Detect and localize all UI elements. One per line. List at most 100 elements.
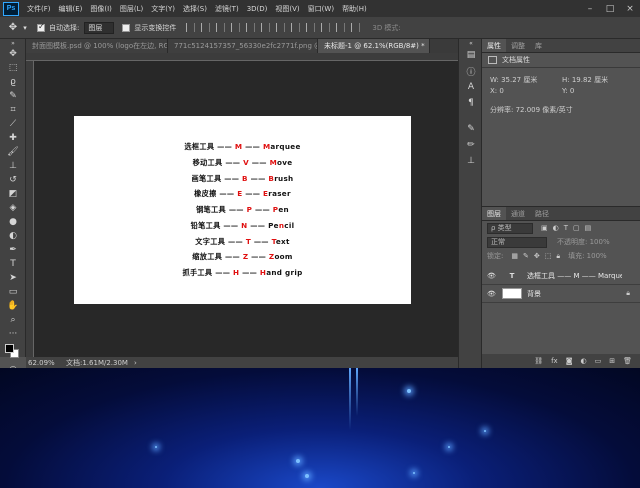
align-icon[interactable]	[216, 23, 226, 32]
paint-bucket-tool-icon[interactable]: ◈	[0, 201, 26, 215]
align-icon[interactable]	[201, 23, 211, 32]
menu-window[interactable]: 窗口(W)	[308, 4, 334, 14]
pen-tool-icon[interactable]: ✒	[0, 243, 26, 257]
path-select-tool-icon[interactable]: ➤	[0, 271, 26, 285]
link-layers-icon[interactable]: ⛓︎	[534, 357, 543, 365]
adjustment-layer-icon[interactable]: ◐	[581, 357, 587, 365]
tab-untitled-1[interactable]: 未标题-1 @ 62.1%(RGB/8#) *×	[318, 39, 430, 53]
chevron-down-icon[interactable]: ▾	[21, 21, 29, 35]
history-brush-tool-icon[interactable]: ↺	[0, 173, 26, 187]
delete-layer-icon[interactable]: 🗑︎	[623, 357, 632, 365]
menu-type[interactable]: 文字(Y)	[151, 4, 175, 14]
collapse-icon[interactable]: «	[459, 39, 483, 47]
layer-style-icon[interactable]: fx	[551, 357, 558, 365]
layer-background[interactable]: 👁︎ 背景 🔒︎	[482, 285, 640, 303]
document-canvas[interactable]: 选框工具 —— M —— Marquee 移动工具 —— V —— Move 画…	[74, 116, 411, 304]
lock-paint-icon[interactable]: ✎	[523, 252, 529, 261]
menu-select[interactable]: 选择(S)	[183, 4, 207, 14]
more-tools-icon[interactable]: ···	[0, 327, 26, 341]
align-icon[interactable]	[186, 23, 196, 32]
minimize-icon[interactable]: –	[580, 0, 600, 17]
auto-select-checkbox[interactable]	[37, 22, 45, 32]
tab-png-image[interactable]: 771c5124157357_56330e2fc2771f.png @ 1...	[168, 39, 318, 53]
shape-tool-icon[interactable]: ▭	[0, 285, 26, 299]
fill-label[interactable]: 填充: 100%	[568, 251, 607, 261]
eraser-tool-icon[interactable]: ◩	[0, 187, 26, 201]
close-tab-icon[interactable]: ×	[429, 42, 430, 50]
tab-cover-template[interactable]: 封面图模板.psd @ 100% (logo在左边, RGB...	[26, 39, 168, 53]
clone-source-icon[interactable]: ⊥	[459, 153, 483, 169]
brush-settings-icon[interactable]: ✎	[459, 121, 483, 137]
align-icon[interactable]	[261, 23, 271, 32]
status-menu-icon[interactable]: ›	[134, 359, 137, 367]
layer-text[interactable]: 👁︎ T 选框工具 —— M —— Marquee ...	[482, 267, 640, 285]
distribute-icon[interactable]	[291, 23, 301, 32]
lock-move-icon[interactable]: ✥	[534, 252, 540, 261]
zoom-level[interactable]: 62.09%	[26, 359, 56, 367]
move-tool-icon[interactable]: ✥	[6, 21, 20, 35]
close-icon[interactable]: ×	[620, 0, 640, 17]
lock-all-icon[interactable]: 🔒︎	[556, 252, 560, 261]
image-filter-icon[interactable]: ▣	[541, 224, 548, 232]
maximize-icon[interactable]: □	[600, 0, 620, 17]
menu-edit[interactable]: 编辑(E)	[59, 4, 83, 14]
new-group-icon[interactable]: ▭	[595, 357, 602, 365]
auto-select-dropdown[interactable]: 图层	[84, 21, 115, 34]
marquee-tool-icon[interactable]: ⬚	[0, 61, 26, 75]
distribute-icon[interactable]	[306, 23, 316, 32]
visibility-eye-icon[interactable]: 👁︎	[487, 272, 499, 280]
move-tool-icon[interactable]: ✥	[0, 47, 26, 61]
menu-view[interactable]: 视图(V)	[275, 4, 299, 14]
collapse-icon[interactable]: »	[0, 39, 26, 47]
tab-layers[interactable]: 图层	[482, 207, 506, 220]
new-layer-icon[interactable]: ⊞	[609, 357, 615, 365]
lock-artboard-icon[interactable]: ⬚	[545, 252, 552, 261]
info-icon[interactable]: ⓘ	[459, 63, 483, 79]
width-value[interactable]: W: 35.27 厘米	[490, 75, 562, 85]
menu-3d[interactable]: 3D(D)	[247, 5, 268, 13]
text-filter-icon[interactable]: T	[564, 224, 568, 232]
hand-tool-icon[interactable]: ✋	[0, 299, 26, 313]
smart-filter-icon[interactable]: ▤	[585, 224, 592, 232]
history-icon[interactable]: ▤	[459, 47, 483, 63]
eyedropper-tool-icon[interactable]: ⟋	[0, 117, 26, 131]
distribute-icon[interactable]	[336, 23, 346, 32]
distribute-icon[interactable]	[351, 23, 361, 32]
paragraph-icon[interactable]: ¶	[459, 95, 483, 111]
tab-properties[interactable]: 属性	[482, 39, 506, 52]
healing-brush-tool-icon[interactable]: ✚	[0, 131, 26, 145]
dodge-tool-icon[interactable]: ◐	[0, 229, 26, 243]
menu-filter[interactable]: 滤镜(T)	[215, 4, 239, 14]
menu-layer[interactable]: 图层(L)	[120, 4, 143, 14]
menu-help[interactable]: 帮助(H)	[342, 4, 367, 14]
align-icon[interactable]	[231, 23, 241, 32]
shape-filter-icon[interactable]: ▢	[573, 224, 580, 232]
distribute-icon[interactable]	[321, 23, 331, 32]
crop-tool-icon[interactable]: ⌗	[0, 103, 26, 117]
brushes-icon[interactable]: ✏	[459, 137, 483, 153]
lock-pixels-icon[interactable]: ▦	[511, 252, 518, 261]
align-icon[interactable]	[246, 23, 256, 32]
show-transform-checkbox[interactable]	[122, 23, 131, 32]
tab-channels[interactable]: 通道	[506, 207, 530, 220]
height-value[interactable]: H: 19.82 厘米	[562, 75, 634, 85]
menu-file[interactable]: 文件(F)	[27, 4, 51, 14]
tab-adjustments[interactable]: 调整	[506, 39, 530, 52]
opacity-label[interactable]: 不透明度: 100%	[557, 237, 610, 247]
blur-tool-icon[interactable]: ●	[0, 215, 26, 229]
tab-paths[interactable]: 路径	[530, 207, 554, 220]
distribute-icon[interactable]	[276, 23, 286, 32]
menu-image[interactable]: 图像(I)	[90, 4, 112, 14]
type-tool-icon[interactable]: T	[0, 257, 26, 271]
visibility-eye-icon[interactable]: 👁︎	[487, 290, 499, 298]
layer-kind-select[interactable]: ρ 类型	[487, 222, 533, 234]
zoom-tool-icon[interactable]: ⌕	[0, 313, 26, 327]
blend-mode-select[interactable]: 正常	[487, 236, 547, 248]
add-mask-icon[interactable]: ◙	[566, 357, 573, 365]
color-swatches[interactable]	[0, 341, 26, 363]
lasso-tool-icon[interactable]: ϱ	[0, 75, 26, 89]
brush-tool-icon[interactable]: 🖌︎	[0, 145, 26, 159]
quick-select-tool-icon[interactable]: ✎	[0, 89, 26, 103]
y-value[interactable]: Y: 0	[562, 87, 634, 95]
foreground-color[interactable]	[5, 344, 14, 353]
